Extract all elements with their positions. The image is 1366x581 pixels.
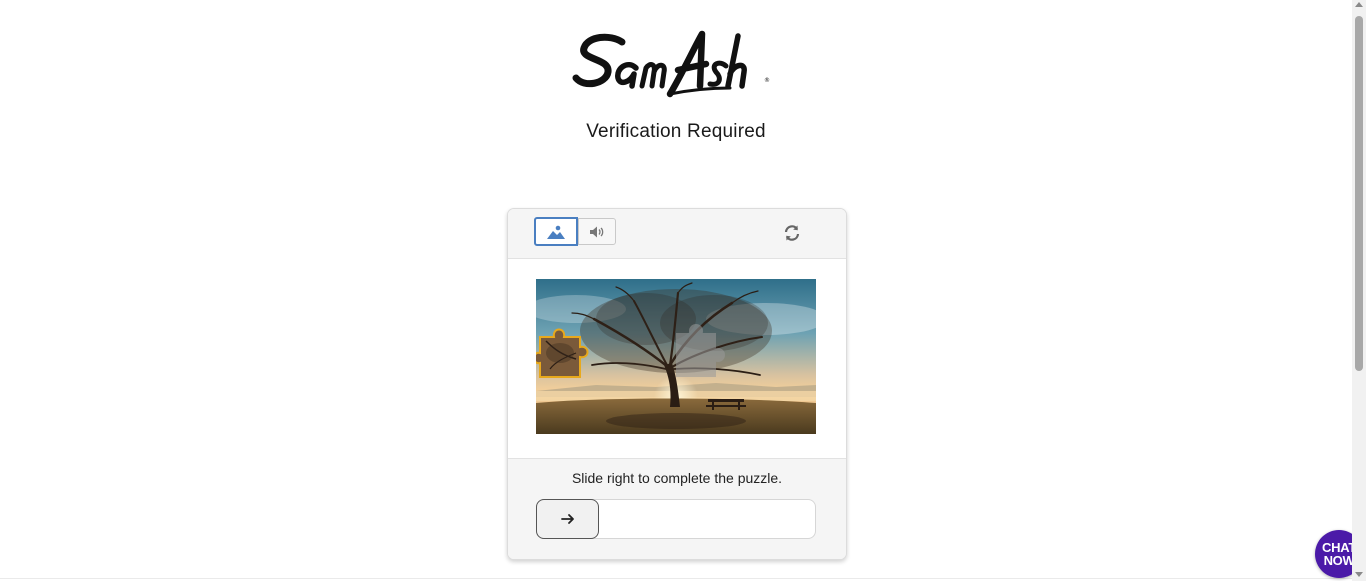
captcha-widget: Slide right to complete the puzzle.	[507, 208, 847, 560]
registered-mark: ®	[764, 77, 770, 84]
refresh-icon	[784, 225, 800, 241]
captcha-image-area	[508, 259, 846, 459]
refresh-button[interactable]	[780, 221, 804, 245]
image-mode-button[interactable]	[534, 217, 578, 246]
scroll-thumb[interactable]	[1355, 16, 1363, 371]
speaker-icon	[590, 226, 604, 237]
page-title: Verification Required	[586, 121, 766, 142]
arrow-right-icon	[560, 514, 574, 524]
scroll-up-arrow-icon[interactable]	[1355, 2, 1363, 7]
image-icon	[547, 225, 565, 239]
slider-handle[interactable]	[536, 499, 599, 539]
vertical-scrollbar[interactable]	[1352, 0, 1366, 581]
page-divider	[0, 578, 1352, 579]
puzzle-image	[536, 279, 816, 434]
chat-label-line2: NOW	[1323, 553, 1355, 568]
captcha-header	[508, 209, 846, 259]
audio-mode-button[interactable]	[578, 218, 616, 245]
verification-page: ® Verification Required Slide right to c…	[0, 0, 1366, 581]
samash-logo: ®	[570, 24, 782, 102]
captcha-footer: Slide right to complete the puzzle.	[508, 459, 846, 559]
scroll-down-arrow-icon[interactable]	[1355, 572, 1363, 577]
slider-instruction: Slide right to complete the puzzle.	[571, 470, 783, 486]
